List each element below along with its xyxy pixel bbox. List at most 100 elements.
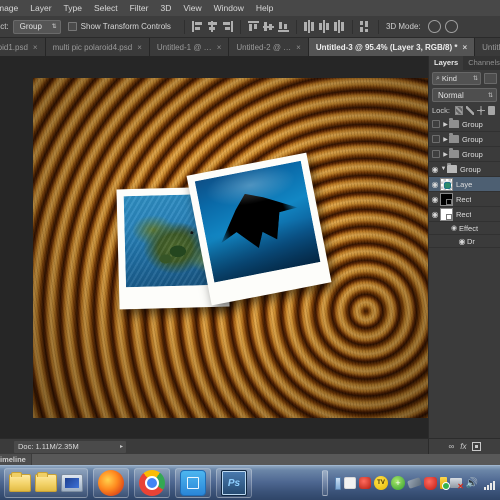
tab-untitled-2[interactable]: Untitled-2 @ … × xyxy=(229,38,309,56)
tray-tv-icon[interactable]: TV xyxy=(374,476,388,490)
visibility-toggle[interactable] xyxy=(432,135,440,143)
layer-effects-label: Effect xyxy=(459,223,479,233)
3d-orbit-icon[interactable] xyxy=(427,20,441,33)
menu-window[interactable]: Window xyxy=(208,0,250,16)
distribute-vertical-centers-icon[interactable] xyxy=(318,20,331,33)
document-size-indicator[interactable]: Doc: 1.11M/2.35M ▸ xyxy=(14,440,126,453)
menu-select[interactable]: Select xyxy=(88,0,124,16)
chevron-right-icon[interactable]: ▶ xyxy=(442,121,449,128)
close-icon[interactable]: × xyxy=(33,43,38,52)
filter-kind-dropdown[interactable]: ⌕ Kind ⇅ xyxy=(432,72,481,85)
menu-3d[interactable]: 3D xyxy=(154,0,177,16)
tray-network-disconnected-icon[interactable] xyxy=(450,478,464,491)
3d-roll-icon[interactable] xyxy=(444,20,458,33)
tab-timeline[interactable]: imeline xyxy=(0,454,31,465)
align-top-edges-icon[interactable] xyxy=(247,20,260,33)
close-icon[interactable]: × xyxy=(217,43,222,52)
tab-untitled-3[interactable]: Untitled-3 @ 95.4% (Layer 3, RGB/8) * × xyxy=(308,38,476,56)
panel-tab-layers[interactable]: Layers xyxy=(429,56,464,70)
align-right-edges-icon[interactable] xyxy=(221,20,234,33)
taskbar-my-computer[interactable] xyxy=(61,474,83,492)
tab-untitled-1[interactable]: Untitled-1 @ … × xyxy=(149,38,230,56)
tray-security-icon[interactable] xyxy=(424,476,437,490)
layer-row-rect-2[interactable]: ◉ Rect xyxy=(429,207,500,222)
tray-signal-icon[interactable] xyxy=(482,476,496,490)
close-icon[interactable]: × xyxy=(296,43,301,52)
tray-usb-icon[interactable] xyxy=(335,476,341,490)
layer-row-group-3[interactable]: ▶ Group xyxy=(429,147,500,162)
distribute-spacing-icon[interactable] xyxy=(359,20,372,33)
taskbar-folder-1[interactable] xyxy=(9,472,31,492)
chevron-right-icon[interactable]: ▶ xyxy=(442,136,449,143)
polaroid-manta[interactable] xyxy=(186,152,332,306)
menu-view[interactable]: View xyxy=(177,0,207,16)
lock-position-icon[interactable] xyxy=(477,106,485,115)
timeline-track-area[interactable] xyxy=(31,454,500,465)
add-mask-icon[interactable] xyxy=(472,442,482,451)
folder-icon xyxy=(449,118,459,128)
tray-update-icon[interactable] xyxy=(391,476,405,490)
layer-style-fx-icon[interactable]: fx xyxy=(460,442,466,451)
blend-mode-dropdown[interactable]: Normal ⇅ xyxy=(432,88,497,102)
lock-transparent-pixels-icon[interactable] xyxy=(455,106,464,115)
layer-row-group-4[interactable]: ◉ ▼ Group xyxy=(429,162,500,177)
taskbar-photoshop[interactable]: Ps xyxy=(221,470,247,496)
layer-name: Group xyxy=(462,134,483,144)
canvas-area[interactable] xyxy=(0,56,428,438)
menu-filter[interactable]: Filter xyxy=(124,0,155,16)
chevron-right-icon[interactable]: ▶ xyxy=(442,151,449,158)
chevron-right-icon[interactable]: ▸ xyxy=(120,443,123,450)
menu-layer[interactable]: Layer xyxy=(24,0,57,16)
layer-row-effects[interactable]: ◉ Effect xyxy=(429,222,500,235)
taskbar-folder-2[interactable] xyxy=(35,472,57,492)
lock-all-icon[interactable] xyxy=(487,106,496,115)
tray-cable-icon[interactable] xyxy=(407,477,422,489)
auto-select-scope-dropdown[interactable]: Group ⇅ xyxy=(12,19,61,34)
3d-mode-label: 3D Mode: xyxy=(385,22,421,31)
tray-white-square-icon[interactable] xyxy=(344,477,356,489)
layer-row-group-1[interactable]: ▶ Group xyxy=(429,117,500,132)
tray-record-icon[interactable] xyxy=(359,477,371,489)
tray-expand-handle[interactable] xyxy=(322,470,328,496)
eye-icon[interactable]: ◉ xyxy=(449,224,459,232)
menu-image[interactable]: mage xyxy=(0,0,24,16)
layer-row-drop-shadow[interactable]: ◉ Dr xyxy=(429,235,500,248)
show-transform-controls-checkbox[interactable]: Show Transform Controls xyxy=(67,22,171,31)
taskbar-screen-capture[interactable] xyxy=(180,470,206,496)
layer-row-layer-3[interactable]: ◉ Laye xyxy=(429,177,500,192)
align-bottom-edges-icon[interactable] xyxy=(277,20,290,33)
divider xyxy=(377,19,379,34)
lock-image-pixels-icon[interactable] xyxy=(466,106,475,115)
visibility-toggle[interactable] xyxy=(432,120,440,128)
layer-row-rect-1[interactable]: ◉ Rect xyxy=(429,192,500,207)
tab-multi-pic-polaroid4[interactable]: multi pic polaroid4.psd × xyxy=(45,38,150,56)
close-icon[interactable]: × xyxy=(137,43,142,52)
eye-icon[interactable]: ◉ xyxy=(457,237,467,246)
layers-list: ▶ Group ▶ Group ▶ Group ◉ ▼ Group ◉ Laye… xyxy=(429,117,500,248)
menu-help[interactable]: Help xyxy=(250,0,279,16)
tab-polaroid1[interactable]: roid1.psd × xyxy=(0,38,46,56)
filter-by-pixel-icon[interactable] xyxy=(484,73,497,84)
close-icon[interactable]: × xyxy=(462,43,467,52)
visibility-toggle[interactable] xyxy=(432,150,440,158)
link-layers-icon[interactable]: ∞ xyxy=(449,442,455,451)
eye-icon[interactable]: ◉ xyxy=(430,210,440,219)
align-vertical-centers-icon[interactable] xyxy=(262,20,275,33)
distribute-top-edges-icon[interactable] xyxy=(303,20,316,33)
tray-volume-icon[interactable]: 🔊 xyxy=(465,476,479,490)
taskbar-firefox[interactable] xyxy=(98,470,124,496)
eye-icon[interactable]: ◉ xyxy=(430,180,440,189)
align-left-edges-icon[interactable] xyxy=(191,20,204,33)
layer-row-group-2[interactable]: ▶ Group xyxy=(429,132,500,147)
panel-tab-channels[interactable]: Channels xyxy=(463,56,500,70)
eye-icon[interactable]: ◉ xyxy=(430,195,440,204)
taskbar-chrome[interactable] xyxy=(139,470,165,496)
distribute-bottom-edges-icon[interactable] xyxy=(333,20,346,33)
tray-battery-icon[interactable] xyxy=(440,477,450,490)
document-artboard[interactable] xyxy=(33,78,428,418)
menu-type[interactable]: Type xyxy=(58,0,88,16)
eye-icon[interactable]: ◉ xyxy=(430,165,440,174)
align-horizontal-centers-icon[interactable] xyxy=(206,20,219,33)
tab-untitled-4[interactable]: Untitled- xyxy=(475,38,500,56)
chevron-down-icon[interactable]: ▼ xyxy=(440,166,447,172)
